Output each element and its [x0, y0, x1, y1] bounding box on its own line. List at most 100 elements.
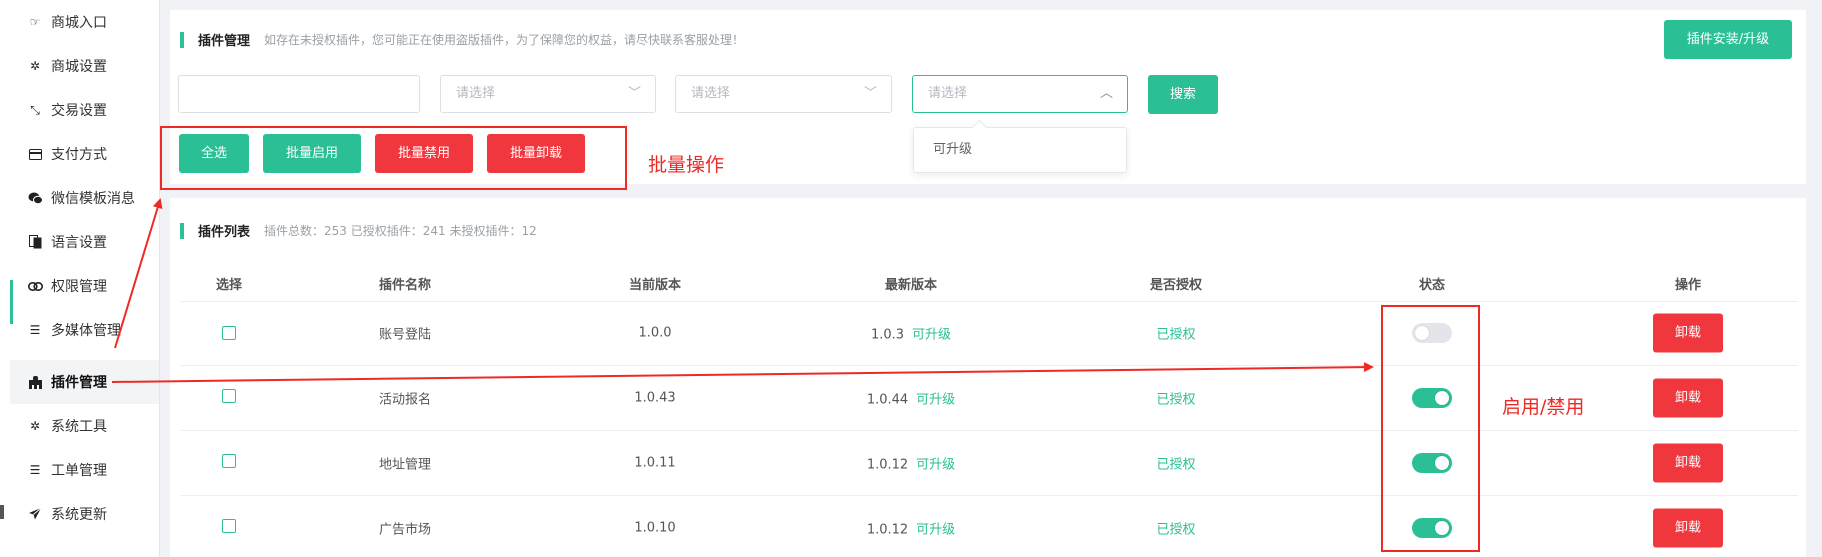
- plugin-name: 广告市场: [378, 522, 432, 538]
- filter-select-2[interactable]: 请选择 ﹀: [675, 75, 892, 113]
- sidebar-item-label: 权限管理: [51, 279, 107, 295]
- plugin-stats: 插件总数：253 已授权插件：241 未授权插件：12: [264, 224, 537, 238]
- sidebar-item-system-update[interactable]: 系统更新: [10, 492, 159, 536]
- chevron-down-icon: ﹀: [863, 86, 877, 101]
- sidebar-item-wechat-template[interactable]: 微信模板消息: [10, 176, 159, 220]
- sidebar: ☞ 商城入口 ✲ 商城设置 ⤡ 交易设置 支付方式 微信模板消息 语言设置 权限…: [10, 0, 160, 557]
- column-header-actions: 操作: [1674, 278, 1702, 293]
- column-header-authorized: 是否授权: [1149, 278, 1203, 293]
- latest-version-cell: 1.0.12 可升级: [867, 519, 955, 538]
- status-toggles-highlight: [1381, 305, 1480, 552]
- latest-version: 1.0.44: [866, 392, 909, 408]
- uninstall-button[interactable]: 卸载: [1653, 443, 1723, 483]
- list-icon: ☰: [29, 463, 41, 477]
- section-accent-bar: [180, 31, 184, 48]
- filter-select-3[interactable]: 请选择 ︿: [912, 75, 1128, 113]
- paper-plane-icon: [27, 506, 43, 522]
- sidebar-item-tickets[interactable]: ☰ 工单管理: [10, 448, 159, 492]
- upgradable-link[interactable]: 可升级: [912, 328, 951, 343]
- column-header-name: 插件名称: [378, 278, 432, 293]
- row-checkbox[interactable]: [222, 326, 236, 340]
- row-checkbox[interactable]: [222, 454, 236, 468]
- puzzle-icon: [27, 374, 43, 390]
- latest-version: 1.0.3: [870, 327, 905, 343]
- sidebar-item-label: 支付方式: [51, 147, 107, 163]
- batch-operations-highlight: [160, 126, 627, 190]
- sidebar-item-label: 商城设置: [51, 59, 107, 75]
- plugin-name: 活动报名: [378, 392, 432, 408]
- column-header-status: 状态: [1418, 278, 1446, 293]
- dropdown-option-upgradable[interactable]: 可升级: [933, 128, 972, 172]
- column-header-latest-version: 最新版本: [884, 278, 938, 293]
- sidebar-item-label: 交易设置: [51, 103, 107, 119]
- gear-icon: ✲: [29, 59, 41, 73]
- wechat-icon: [27, 190, 43, 206]
- sidebar-item-label: 微信模板消息: [51, 191, 135, 207]
- auth-status: 已授权: [1156, 457, 1196, 473]
- sidebar-item-media[interactable]: ☰ 多媒体管理: [10, 308, 159, 352]
- current-version: 1.0.43: [634, 390, 676, 406]
- plugin-name: 地址管理: [378, 457, 432, 473]
- sidebar-item-label: 语言设置: [51, 235, 107, 251]
- current-version: 1.0.11: [634, 455, 676, 471]
- column-header-select: 选择: [215, 278, 243, 293]
- credit-card-icon: [27, 146, 43, 162]
- upgradable-link[interactable]: 可升级: [916, 523, 955, 538]
- uninstall-button[interactable]: 卸载: [1653, 508, 1723, 548]
- plugin-list-panel: 插件列表 插件总数：253 已授权插件：241 未授权插件：12 选择 插件名称…: [170, 198, 1806, 557]
- plugin-name: 账号登陆: [378, 327, 432, 343]
- row-checkbox[interactable]: [222, 519, 236, 533]
- row-divider: [180, 365, 1798, 366]
- section-accent-bar: [180, 222, 184, 239]
- auth-status: 已授权: [1156, 392, 1196, 408]
- select-placeholder: 请选择: [691, 86, 731, 101]
- latest-version-cell: 1.0.3 可升级: [871, 324, 951, 343]
- language-icon: [27, 234, 43, 250]
- keyword-input[interactable]: [178, 75, 420, 113]
- latest-version-cell: 1.0.12 可升级: [867, 454, 955, 473]
- list-title: 插件列表: [198, 225, 251, 240]
- uninstall-button[interactable]: 卸载: [1653, 378, 1723, 418]
- latest-version: 1.0.12: [866, 522, 909, 538]
- batch-operations-label: 批量操作: [648, 154, 725, 176]
- filter-select-1[interactable]: 请选择 ﹀: [440, 75, 656, 113]
- hand-point-icon: ☞: [29, 15, 41, 29]
- edge-mark: [0, 505, 4, 519]
- sidebar-item-trade-settings[interactable]: ⤡ 交易设置: [10, 88, 159, 132]
- sidebar-item-mall-settings[interactable]: ✲ 商城设置: [10, 44, 159, 88]
- row-divider: [180, 301, 1798, 302]
- sidebar-item-label: 系统工具: [51, 419, 107, 435]
- sidebar-item-payment[interactable]: 支付方式: [10, 132, 159, 176]
- enable-disable-label: 启用/禁用: [1502, 396, 1585, 418]
- select-placeholder: 请选择: [456, 86, 496, 101]
- arrows-icon: ⤡: [30, 102, 40, 117]
- uninstall-button[interactable]: 卸载: [1653, 313, 1723, 353]
- list-section-header: 插件列表 插件总数：253 已授权插件：241 未授权插件：12: [180, 221, 537, 240]
- link-icon: [27, 278, 43, 294]
- column-header-current-version: 当前版本: [628, 278, 682, 293]
- sidebar-item-label: 商城入口: [51, 15, 107, 31]
- filter-select-3-dropdown: 可升级: [913, 119, 1127, 173]
- auth-status: 已授权: [1156, 522, 1196, 538]
- sidebar-item-mall-entry[interactable]: ☞ 商城入口: [10, 0, 159, 44]
- row-checkbox[interactable]: [222, 389, 236, 403]
- sidebar-item-plugins[interactable]: 插件管理: [10, 360, 159, 404]
- upgradable-link[interactable]: 可升级: [916, 458, 955, 473]
- select-placeholder: 请选择: [928, 86, 968, 101]
- upgradable-link[interactable]: 可升级: [916, 393, 955, 408]
- section-header: 插件管理 如存在未授权插件，您可能正在使用盗版插件，为了保障您的权益，请尽快联系…: [180, 30, 744, 49]
- sidebar-item-label: 多媒体管理: [51, 323, 121, 339]
- sidebar-item-language[interactable]: 语言设置: [10, 220, 159, 264]
- row-divider: [180, 495, 1798, 496]
- search-button[interactable]: 搜索: [1148, 75, 1218, 114]
- gear-icon: ✲: [29, 419, 41, 433]
- auth-status: 已授权: [1156, 327, 1196, 343]
- install-upgrade-button[interactable]: 插件安装/升级: [1664, 20, 1792, 59]
- sidebar-item-label: 系统更新: [51, 507, 107, 523]
- sidebar-item-system-tools[interactable]: ✲ 系统工具: [10, 404, 159, 448]
- latest-version: 1.0.12: [866, 457, 909, 473]
- row-divider: [180, 430, 1798, 431]
- sidebar-item-permissions[interactable]: 权限管理: [10, 264, 159, 308]
- current-version: 1.0.0: [638, 325, 672, 341]
- latest-version-cell: 1.0.44 可升级: [867, 389, 955, 408]
